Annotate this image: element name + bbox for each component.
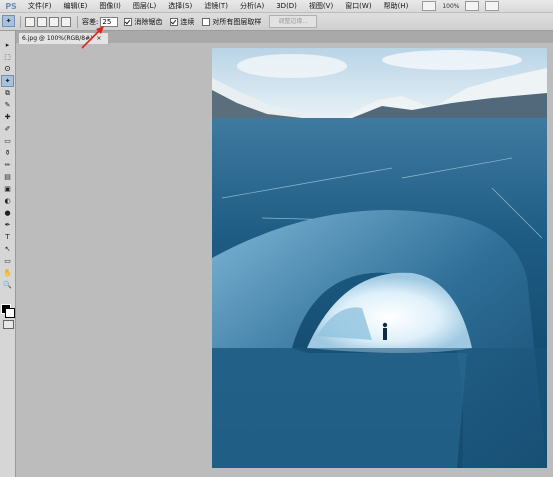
hand-tool-icon[interactable]: ✋	[2, 268, 13, 278]
type-tool-icon[interactable]: T	[2, 232, 13, 242]
magic-wand-icon[interactable]: ✦	[2, 15, 15, 27]
foreground-reflection	[212, 348, 467, 468]
background-color-swatch[interactable]	[5, 308, 15, 318]
sample-all-option[interactable]: 对所有图层取样	[202, 17, 263, 27]
menu-window[interactable]: 窗口(W)	[339, 0, 377, 12]
history-brush-tool-icon[interactable]: ⚱	[2, 148, 13, 158]
brush-tool-icon[interactable]: ✐	[2, 124, 13, 134]
new-selection-button[interactable]	[25, 16, 35, 27]
cloud	[382, 50, 522, 70]
sample-all-checkbox[interactable]	[202, 17, 211, 26]
menu-3d[interactable]: 3D(D)	[270, 0, 303, 12]
extras-button[interactable]	[485, 1, 500, 11]
app-logo: PS	[5, 1, 17, 11]
eraser-tool-icon[interactable]: ✏	[2, 160, 13, 170]
lasso-tool-icon[interactable]: ʘ	[2, 64, 13, 74]
arrange-docs-button[interactable]	[465, 1, 480, 11]
menu-select[interactable]: 选择(S)	[162, 0, 198, 12]
contiguous-checkbox[interactable]	[170, 17, 179, 26]
intersect-selection-button[interactable]	[61, 16, 71, 27]
burn-tool-icon[interactable]: ●	[2, 208, 13, 218]
pen-tool-icon[interactable]: ✒	[2, 220, 13, 230]
menu-help[interactable]: 帮助(H)	[378, 0, 415, 12]
sample-all-label: 对所有图层取样	[212, 17, 262, 26]
screen-mode-button[interactable]	[422, 1, 437, 11]
tools-panel: ▸ ⬚ ʘ ✦ ⧉ ✎ ✚ ✐ ▭ ⚱ ✏ ▤ ▣ ◐ ● ✒ T ↖ ▭ ✋ …	[0, 31, 16, 477]
add-selection-button[interactable]	[37, 16, 47, 27]
contiguous-label: 连续	[180, 17, 195, 26]
crop-tool-icon[interactable]: ⧉	[2, 88, 13, 98]
shape-tool-icon[interactable]: ▭	[2, 256, 13, 266]
stamp-tool-icon[interactable]: ▭	[2, 136, 13, 146]
person-head	[382, 322, 388, 328]
menubar-extras: 100%	[422, 1, 500, 11]
menu-file[interactable]: 文件(F)	[22, 0, 58, 12]
zoom-tool-icon[interactable]: 🔍	[2, 280, 13, 290]
annotation-arrow-icon	[81, 26, 104, 49]
magic-wand-tool-icon[interactable]: ✦	[1, 75, 14, 87]
menu-analysis[interactable]: 分析(A)	[234, 0, 270, 12]
antialias-label: 消除锯齿	[134, 17, 163, 26]
marquee-tool-icon[interactable]: ⬚	[2, 52, 13, 62]
gradient-tool-icon[interactable]: ▤	[2, 172, 13, 182]
cloud	[237, 54, 347, 78]
menu-view[interactable]: 视图(V)	[303, 0, 339, 12]
eyedropper-tool-icon[interactable]: ✎	[2, 100, 13, 110]
person-silhouette	[383, 328, 387, 340]
quick-mask-button[interactable]	[3, 320, 14, 329]
subtract-selection-button[interactable]	[49, 16, 59, 27]
menu-filter[interactable]: 滤镜(T)	[198, 0, 234, 12]
blur-tool-icon[interactable]: ▣	[2, 184, 13, 194]
antialias-option[interactable]: 消除锯齿	[124, 17, 164, 27]
menu-image[interactable]: 图像(I)	[93, 0, 127, 12]
tools-panel-grip[interactable]	[0, 31, 15, 39]
contiguous-option[interactable]: 连续	[170, 17, 196, 27]
refine-edge-button[interactable]: 调整边缘...	[269, 15, 318, 28]
menu-edit[interactable]: 编辑(E)	[58, 0, 94, 12]
antialias-checkbox[interactable]	[124, 17, 133, 26]
divider	[20, 15, 21, 28]
healing-tool-icon[interactable]: ✚	[2, 112, 13, 122]
menu-layer[interactable]: 图层(L)	[127, 0, 162, 12]
menu-bar: PS 文件(F) 编辑(E) 图像(I) 图层(L) 选择(S) 滤镜(T) 分…	[0, 0, 553, 13]
move-tool-icon[interactable]: ▸	[2, 40, 13, 50]
document-image[interactable]	[212, 48, 547, 468]
dodge-tool-icon[interactable]: ◐	[2, 196, 13, 206]
path-select-tool-icon[interactable]: ↖	[2, 244, 13, 254]
zoom-level[interactable]: 100%	[442, 3, 459, 10]
